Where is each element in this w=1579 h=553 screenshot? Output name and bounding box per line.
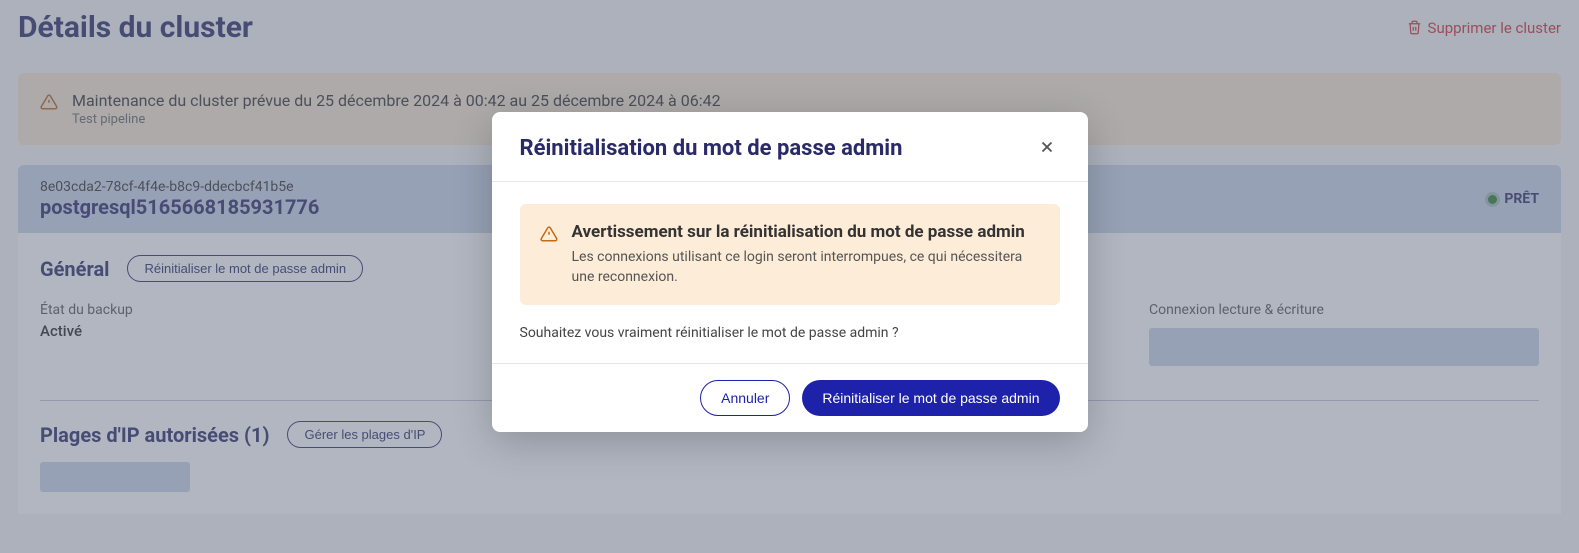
modal-question: Souhaitez vous vraiment réinitialiser le… bbox=[520, 325, 1060, 341]
confirm-reset-button[interactable]: Réinitialiser le mot de passe admin bbox=[802, 380, 1059, 416]
warning-icon bbox=[540, 225, 558, 243]
modal-warning-text: Les connexions utilisant ce login seront… bbox=[572, 248, 1040, 287]
modal-overlay: Réinitialisation du mot de passe admin A… bbox=[0, 0, 1579, 553]
close-button[interactable] bbox=[1034, 134, 1060, 163]
cancel-button[interactable]: Annuler bbox=[700, 380, 790, 416]
modal-title: Réinitialisation du mot de passe admin bbox=[520, 136, 903, 161]
close-icon bbox=[1038, 138, 1056, 156]
reset-password-modal: Réinitialisation du mot de passe admin A… bbox=[492, 112, 1088, 432]
modal-warning-banner: Avertissement sur la réinitialisation du… bbox=[520, 204, 1060, 305]
modal-warning-title: Avertissement sur la réinitialisation du… bbox=[572, 222, 1040, 242]
